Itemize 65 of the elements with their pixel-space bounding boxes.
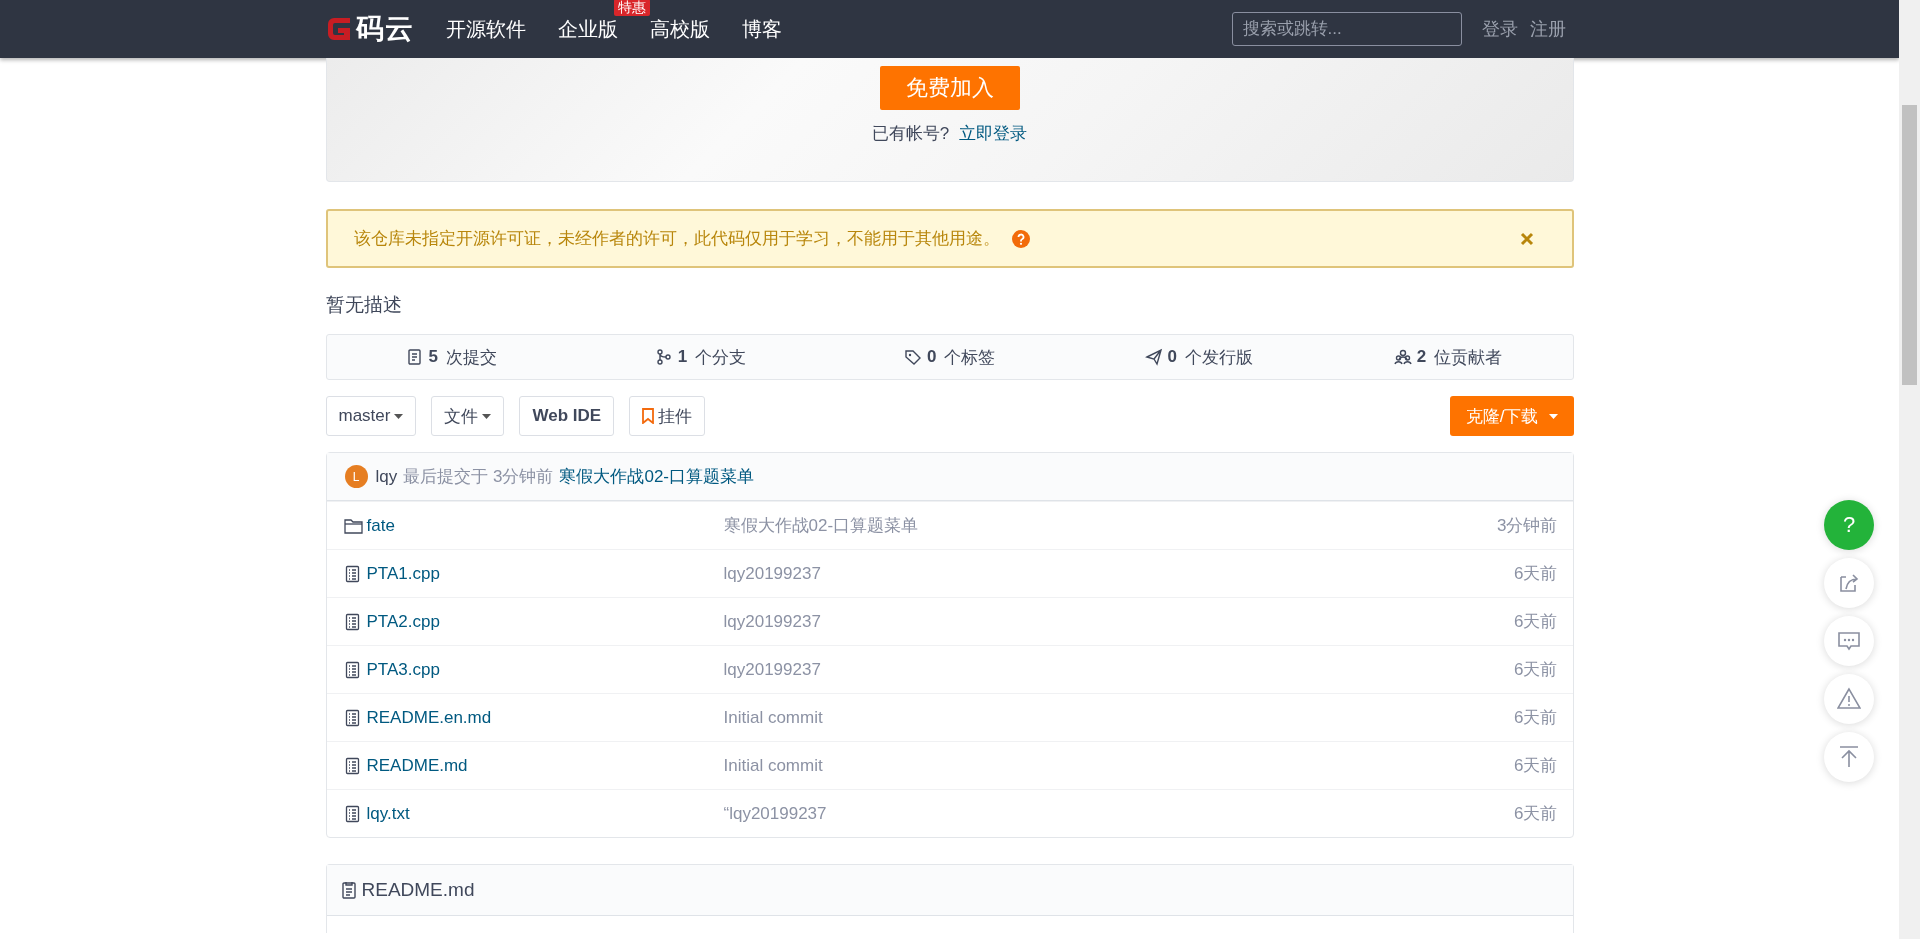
- document-icon: [405, 348, 424, 366]
- avatar: L: [344, 465, 368, 488]
- caret-icon: [1548, 413, 1558, 419]
- logo-icon: [325, 16, 352, 42]
- scrollbar-thumb[interactable]: [1902, 105, 1917, 385]
- stat-link[interactable]: 2 位贡献者: [1323, 335, 1573, 379]
- commit-time: 6天前: [1514, 755, 1558, 777]
- caret-icon: [394, 413, 404, 419]
- people-icon: [1393, 348, 1412, 366]
- caret-icon: [482, 413, 492, 419]
- stat-link[interactable]: 5 次提交: [326, 335, 576, 379]
- branch-icon: [654, 348, 673, 366]
- auth-link[interactable]: 注册: [1529, 17, 1566, 41]
- nav-link[interactable]: 高校版: [649, 17, 710, 41]
- stat-link[interactable]: 0 个标签: [824, 335, 1075, 379]
- tag-icon: [903, 348, 922, 366]
- branch-dropdown[interactable]: master: [325, 396, 417, 436]
- commit-time: 6天前: [1514, 659, 1558, 681]
- commit-time: 6天前: [1514, 611, 1558, 633]
- document-icon: [340, 881, 358, 899]
- file-link[interactable]: README.en.md: [366, 707, 492, 728]
- commit-time: 最后提交于 3分钟前: [403, 466, 554, 488]
- folder-link[interactable]: fate: [366, 515, 395, 536]
- login-link[interactable]: 立即登录: [959, 122, 1028, 145]
- readme-title: README.md: [361, 879, 475, 901]
- warning-icon: [1837, 687, 1861, 711]
- scrollbar[interactable]: [1899, 0, 1920, 939]
- nav-link[interactable]: 博客: [741, 17, 782, 41]
- file-link[interactable]: lqy.txt: [366, 803, 410, 824]
- warning-button[interactable]: [1824, 674, 1874, 724]
- nav-link[interactable]: 企业版: [557, 17, 618, 41]
- share-icon: [1837, 571, 1861, 595]
- repo-description: 暂无描述: [325, 293, 403, 317]
- widget-button[interactable]: 挂件: [629, 396, 706, 436]
- file-link[interactable]: PTA3.cpp: [366, 659, 440, 680]
- folder-icon: [343, 516, 363, 535]
- file-link[interactable]: PTA1.cpp: [366, 563, 440, 584]
- help-icon: [1011, 229, 1030, 248]
- comment-icon: [1837, 629, 1861, 653]
- commit-message-link[interactable]: 寒假大作战02-口算题菜单: [559, 465, 754, 488]
- file-link[interactable]: PTA2.cpp: [366, 611, 440, 632]
- commit-time: 6天前: [1514, 803, 1558, 825]
- comment-button[interactable]: [1824, 616, 1874, 666]
- back-to-top-button[interactable]: [1824, 732, 1874, 782]
- commit-time: 3分钟前: [1497, 515, 1558, 537]
- account-prompt: 已有帐号?: [871, 123, 950, 145]
- share-button[interactable]: [1824, 558, 1874, 608]
- promo-badge: 特惠: [613, 0, 650, 16]
- file-link[interactable]: README.md: [366, 755, 468, 776]
- nav-link[interactable]: 开源软件: [445, 17, 526, 41]
- web-ide-button[interactable]: Web IDE: [519, 396, 615, 436]
- stat-link[interactable]: 0 个发行版: [1074, 335, 1324, 379]
- close-icon[interactable]: [1519, 231, 1534, 246]
- paper-plane-icon: [1144, 348, 1163, 366]
- author-link[interactable]: lqy: [375, 466, 398, 487]
- commit-time: 6天前: [1514, 707, 1558, 729]
- commit-time: 6天前: [1514, 563, 1558, 585]
- search-field[interactable]: 搜索或跳转...: [1231, 12, 1462, 46]
- stat-link[interactable]: 1 个分支: [575, 335, 825, 379]
- alert-text: 该仓库未指定开源许可证，未经作者的许可，此代码仅用于学习，不能用于其他用途。: [353, 228, 1000, 250]
- logo-text[interactable]: 码云: [355, 10, 414, 48]
- back-to-top-icon: [1837, 745, 1861, 769]
- bookmark-icon: [642, 408, 655, 424]
- files-dropdown[interactable]: 文件: [431, 396, 505, 436]
- auth-link[interactable]: 登录: [1481, 17, 1518, 41]
